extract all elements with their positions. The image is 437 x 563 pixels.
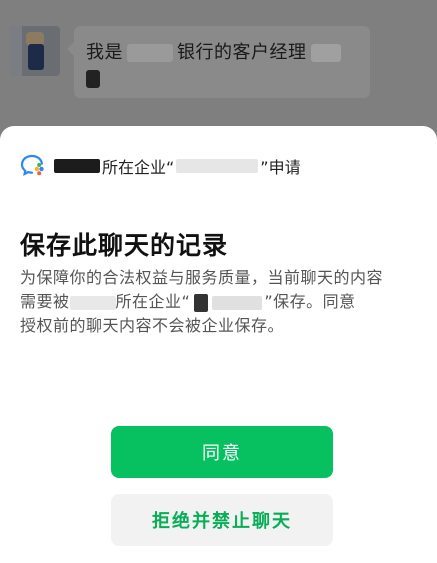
redacted-mark (54, 159, 100, 173)
save-chat-consent-sheet: 所在企业“ ”申请 保存此聊天的记录 为保障你的合法权益与服务质量，当前聊天的内… (0, 126, 437, 563)
reject-and-block-chat-button[interactable]: 拒绝并禁止聊天 (111, 494, 333, 546)
redacted-mark (310, 44, 341, 62)
avatar[interactable] (10, 26, 60, 76)
avatar-part (10, 26, 22, 76)
redacted-mark (127, 44, 173, 62)
redacted-mark (86, 70, 100, 88)
message-suffix: 银行的客户经理 (177, 42, 307, 63)
chat-message-text: 我是 银行的客户经理 (86, 38, 341, 64)
request-header: 所在企业“ ”申请 (20, 154, 420, 178)
redacted-mark (212, 295, 263, 310)
request-mid-text: 所在企业“ (102, 158, 175, 177)
desc-text: ”保存。同意 (264, 292, 356, 311)
agree-button[interactable]: 同意 (111, 426, 333, 478)
message-prefix: 我是 (86, 42, 123, 63)
desc-line: 需要被 所在企业“ ”保存。同意 (20, 290, 420, 314)
sheet-title: 保存此聊天的记录 (20, 231, 229, 260)
desc-text: 所在企业“ (115, 292, 191, 311)
sheet-description: 为保障你的合法权益与服务质量，当前聊天的内容 需要被 所在企业“ ”保存。同意 授权… (20, 266, 420, 338)
redacted-mark (194, 293, 209, 312)
desc-line: 授权前的聊天内容不会被企业保存。 (20, 316, 285, 335)
desc-text: 需要被 (20, 292, 70, 311)
redacted-mark (176, 159, 259, 173)
request-end-text: ”申请 (260, 158, 301, 177)
chat-background: 我是 银行的客户经理 (0, 0, 437, 130)
chat-message-bubble[interactable]: 我是 银行的客户经理 (67, 26, 370, 98)
avatar-part (28, 44, 44, 70)
desc-line: 为保障你的合法权益与服务质量，当前聊天的内容 (20, 268, 384, 287)
wecom-logo-icon (20, 154, 44, 177)
redacted-mark (69, 295, 116, 310)
